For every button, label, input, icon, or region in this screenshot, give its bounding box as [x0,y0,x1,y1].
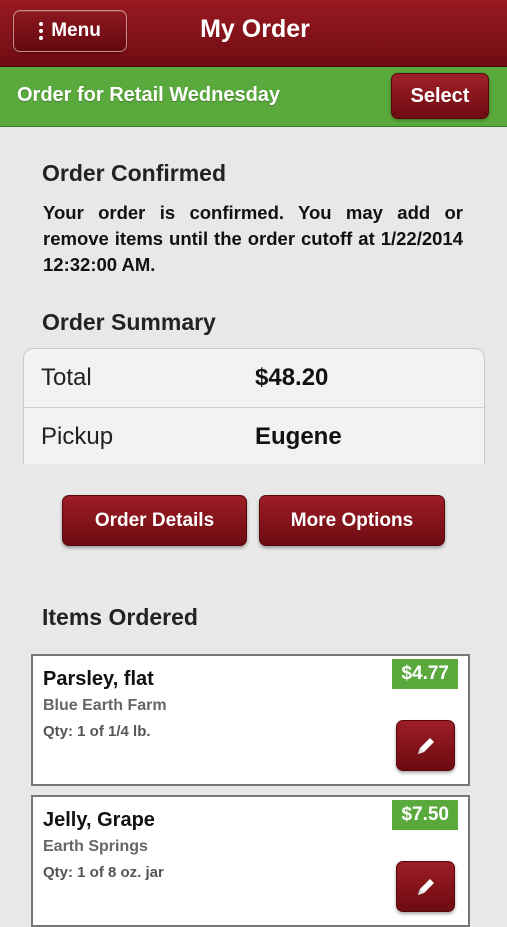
order-bar-text: Order for Retail Wednesday [17,84,281,106]
order-confirmed-heading: Order Confirmed [42,160,227,186]
page-title: My Order [200,15,310,43]
order-details-button[interactable]: Order Details [62,495,247,546]
item-qty: Qty: 1 of 1/4 lb. [43,723,151,740]
summary-value-total: $48.20 [255,364,329,391]
summary-label-total: Total [41,364,92,391]
edit-item-button[interactable] [396,861,455,912]
summary-label-pickup: Pickup [41,423,114,450]
pencil-icon [417,737,434,754]
menu-button[interactable]: Menu [13,10,127,52]
app-header: Menu My Order [0,0,507,67]
item-farm: Earth Springs [43,838,148,855]
pencil-icon [417,878,434,895]
items-ordered-heading: Items Ordered [42,604,198,630]
summary-row-total: Total $48.20 [24,349,484,407]
menu-button-label: Menu [51,20,101,41]
kebab-icon [39,22,44,40]
order-summary-table: Total $48.20 Pickup Eugene [23,348,485,464]
edit-item-button[interactable] [396,720,455,771]
item-name: Jelly, Grape [43,809,155,831]
summary-row-pickup: Pickup Eugene [24,407,484,464]
item-price-badge: $7.50 [392,800,458,830]
item-name: Parsley, flat [43,668,154,690]
item-qty: Qty: 1 of 8 oz. jar [43,864,164,881]
more-options-button[interactable]: More Options [259,495,445,546]
order-summary-heading: Order Summary [42,309,216,335]
list-item[interactable]: Parsley, flat Blue Earth Farm Qty: 1 of … [31,654,470,786]
select-button[interactable]: Select [391,73,489,119]
item-farm: Blue Earth Farm [43,697,167,714]
summary-value-pickup: Eugene [255,423,342,450]
list-item[interactable]: Jelly, Grape Earth Springs Qty: 1 of 8 o… [31,795,470,927]
order-confirmed-message: Your order is confirmed. You may add or … [43,202,463,275]
item-price-badge: $4.77 [392,659,458,689]
